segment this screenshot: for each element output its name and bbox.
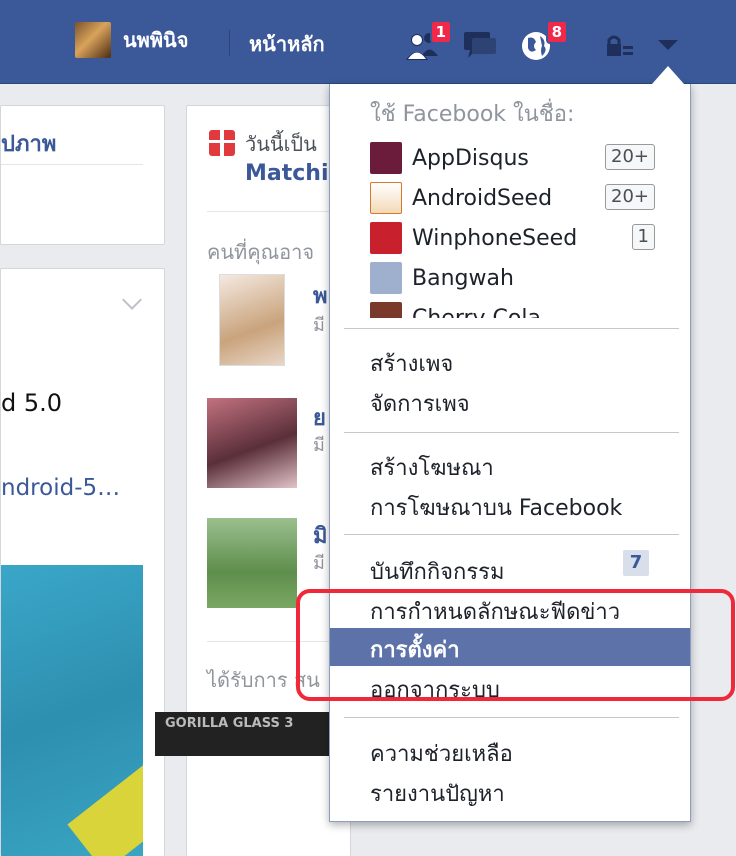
person-mutual: มี: [313, 315, 325, 336]
menu-divider: [344, 328, 679, 329]
privacy-shortcuts-button[interactable]: [605, 34, 633, 58]
ad-text: GORILLA GLASS 3: [165, 716, 294, 731]
avatar: [75, 22, 111, 58]
pages-list[interactable]: AppDisqus 20+ AndroidSeed 20+ WinphoneSe…: [370, 138, 670, 318]
create-ad-item[interactable]: สร้างโฆษณา: [370, 450, 494, 485]
page-item-bangwah[interactable]: Bangwah: [370, 258, 670, 298]
people-you-may-know-heading: คนที่คุณอาจ: [207, 240, 315, 264]
page-item-appdisqus[interactable]: AppDisqus 20+: [370, 138, 670, 178]
page-name: AndroidSeed: [412, 185, 553, 211]
home-link[interactable]: หน้าหลัก: [249, 28, 325, 60]
page-name: AppDisqus: [412, 145, 529, 171]
menu-divider: [344, 717, 679, 718]
nav-divider: [229, 30, 230, 56]
top-navigation-bar: นพพินิจ หน้าหลัก 1 8: [0, 0, 736, 84]
friend-requests-button[interactable]: 1: [402, 20, 452, 66]
page-icon: [370, 142, 402, 174]
page-icon: [370, 222, 402, 254]
help-item[interactable]: ความช่วยเหลือ: [370, 736, 513, 771]
ad-image[interactable]: GORILLA GLASS 3: [155, 712, 351, 756]
menu-divider: [344, 534, 679, 535]
person-mutual: มี: [313, 553, 325, 574]
post-options-chevron-icon[interactable]: [122, 290, 142, 310]
left-card-label[interactable]: ปภาพ: [1, 126, 56, 161]
post-link[interactable]: ndroid-5…: [1, 475, 120, 501]
page-count-badge: 20+: [605, 144, 655, 170]
event-today-text: วันนี้เป็น: [245, 132, 317, 156]
page-name: Cherry Cola: [412, 305, 541, 319]
left-card-top: ปภาพ: [0, 105, 165, 245]
post-image[interactable]: [1, 565, 143, 856]
page-item-winphoneseed[interactable]: WinphoneSeed 1: [370, 218, 670, 258]
menu-pointer: [652, 66, 684, 84]
menu-divider: [344, 432, 679, 433]
feed-post: d 5.0 ndroid-5…: [0, 268, 165, 856]
event-name[interactable]: Matchi: [245, 161, 329, 186]
person-name[interactable]: พ: [313, 278, 328, 313]
page-count-badge: 20+: [605, 184, 655, 210]
person-photo[interactable]: [219, 274, 285, 366]
person-mutual: มี: [313, 435, 325, 456]
account-menu-chevron-icon[interactable]: [658, 40, 678, 50]
friend-requests-badge: 1: [429, 20, 452, 44]
manage-pages-item[interactable]: จัดการเพจ: [370, 386, 470, 421]
page-icon: [370, 182, 402, 214]
account-dropdown-menu: ใช้ Facebook ในชื่อ: AppDisqus 20+ Andro…: [329, 84, 691, 822]
profile-name: นพพินิจ: [123, 28, 189, 52]
activity-log-count: 7: [623, 550, 649, 576]
page-count-badge: 1: [631, 224, 655, 250]
page-icon: [370, 262, 402, 294]
person-photo[interactable]: [207, 518, 297, 608]
person-photo[interactable]: [207, 398, 297, 488]
activity-log-item[interactable]: บันทึกกิจกรรม: [370, 554, 505, 589]
lock-icon: [607, 35, 633, 56]
page-name: WinphoneSeed: [412, 225, 578, 251]
create-page-item[interactable]: สร้างเพจ: [370, 346, 453, 381]
use-as-heading: ใช้ Facebook ในชื่อ:: [370, 102, 575, 127]
page-item-cherry-cola[interactable]: Cherry Cola: [370, 298, 670, 318]
page-icon: [370, 302, 402, 318]
gift-icon: [209, 130, 235, 156]
profile-link[interactable]: นพพินิจ: [75, 22, 188, 58]
divider: [1, 164, 143, 165]
messages-button[interactable]: [460, 26, 500, 66]
annotation-highlight-box: [296, 589, 735, 701]
post-text: d 5.0: [1, 389, 63, 417]
page-item-androidseed[interactable]: AndroidSeed 20+: [370, 178, 670, 218]
advertising-item[interactable]: การโฆษณาบน Facebook: [370, 490, 622, 525]
notifications-button[interactable]: 8: [518, 20, 568, 66]
report-problem-item[interactable]: รายงานปัญหา: [370, 776, 505, 811]
page-name: Bangwah: [412, 265, 514, 291]
messages-icon: [464, 32, 496, 58]
image-stripe: [67, 738, 143, 856]
notifications-badge: 8: [545, 20, 568, 44]
